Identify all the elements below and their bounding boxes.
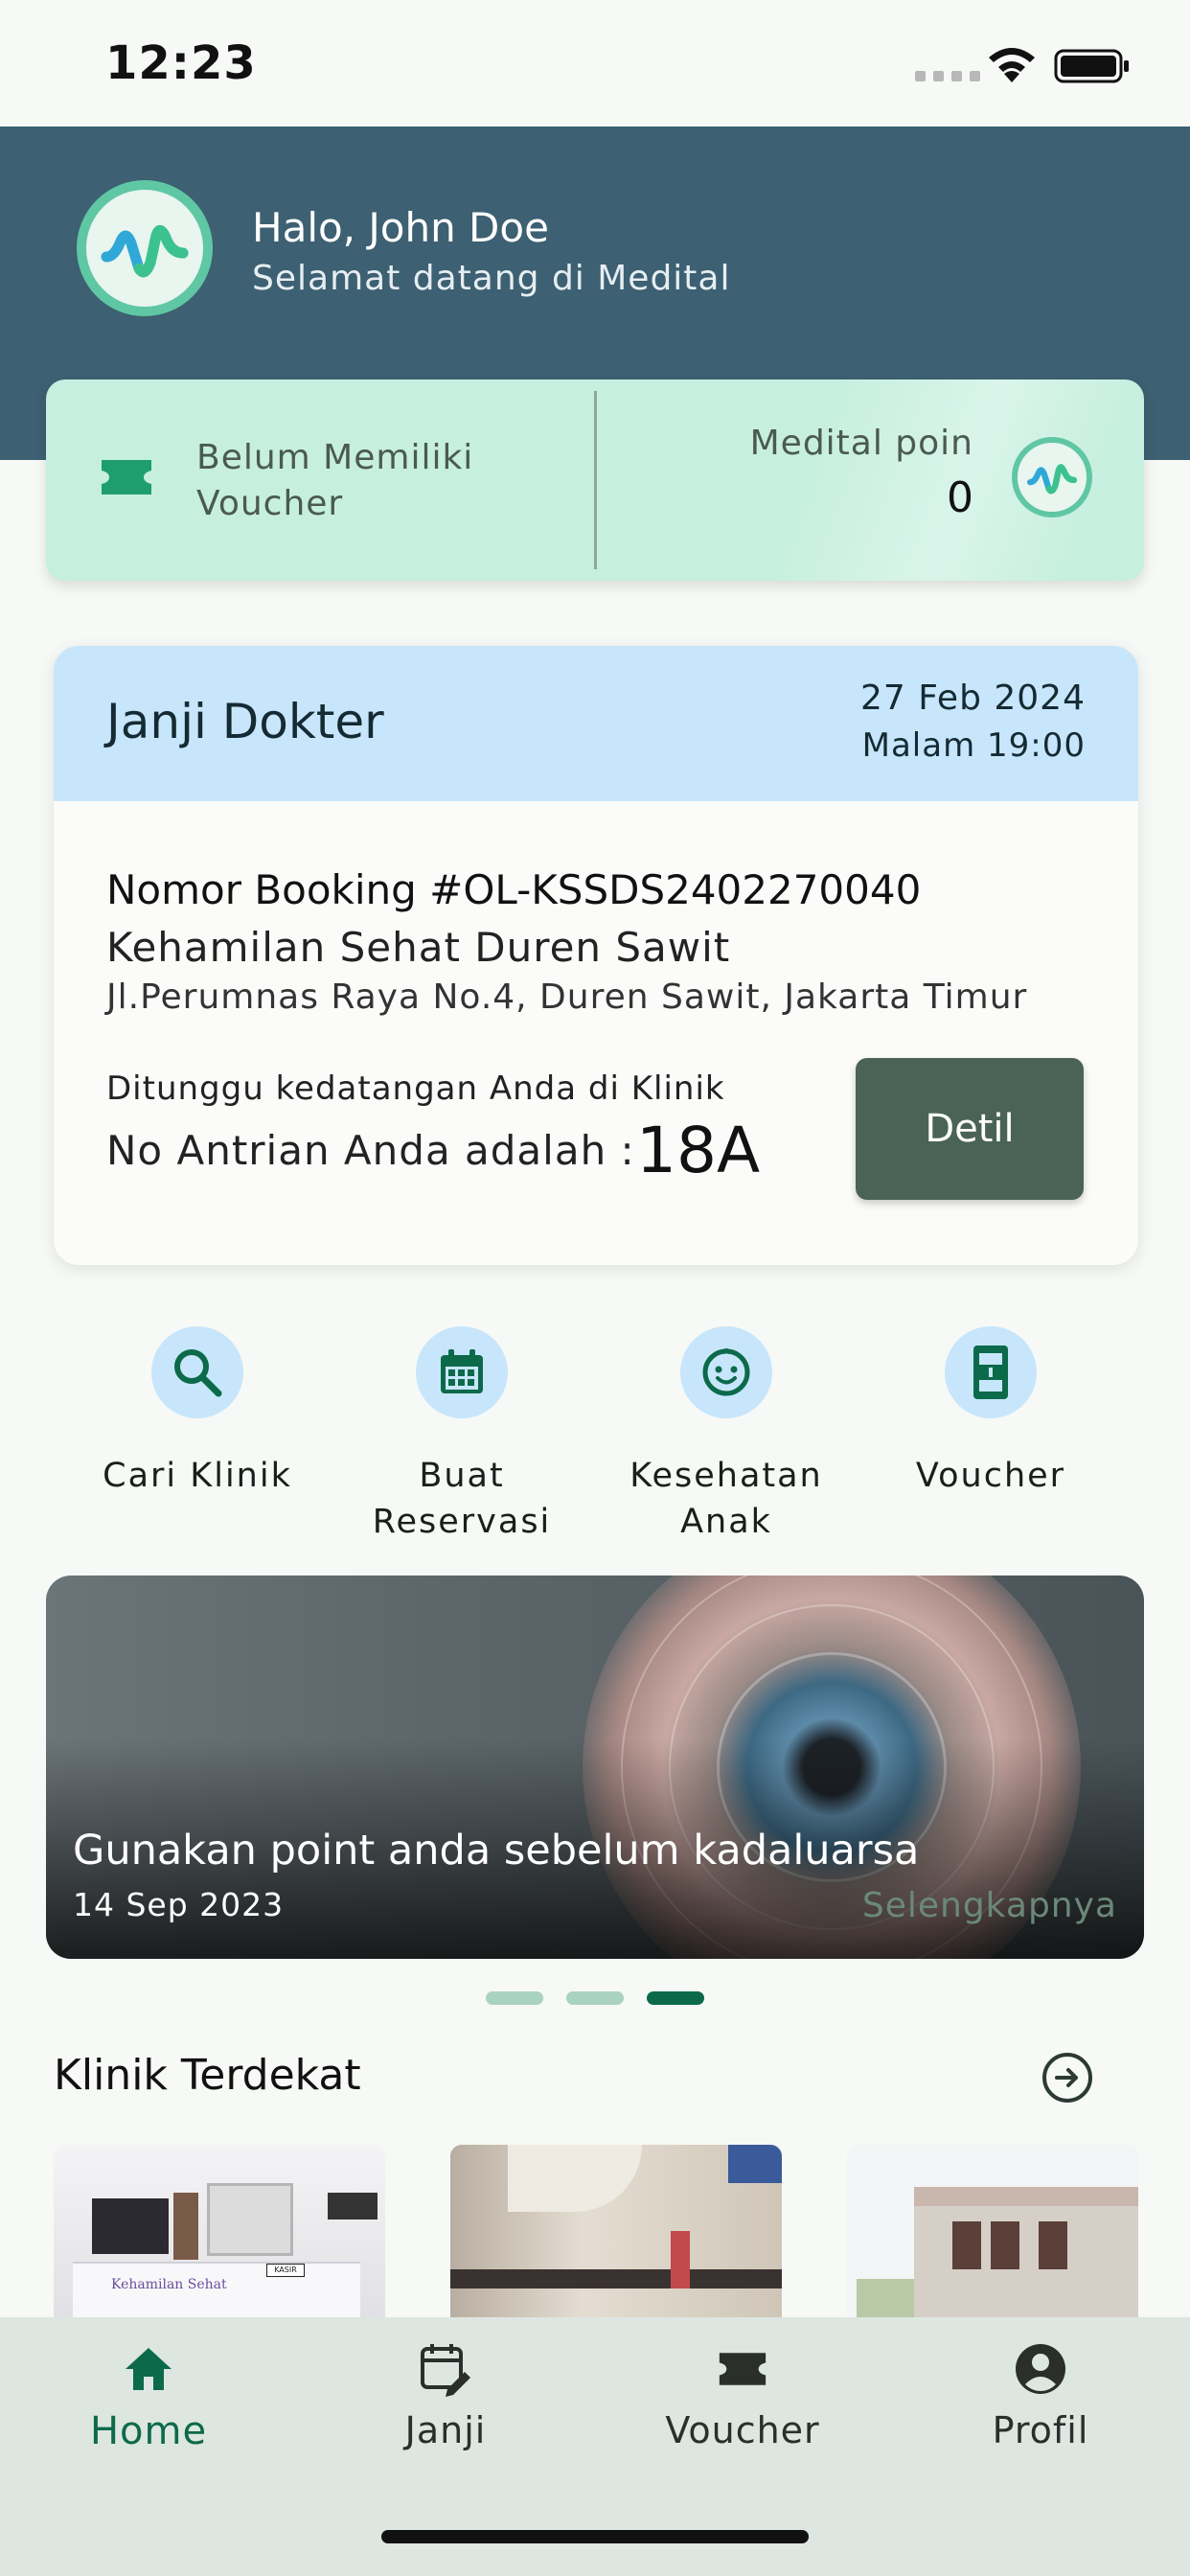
nav-profile-label: Profil bbox=[992, 2409, 1089, 2451]
nav-appointments[interactable]: Janji bbox=[331, 2338, 561, 2451]
quick-menu-label: Kesehatan Anak bbox=[629, 1457, 823, 1541]
cellular-signal-icon bbox=[915, 71, 980, 81]
nav-home-label: Home bbox=[89, 2409, 208, 2453]
points-value: 0 bbox=[947, 473, 973, 522]
appointment-date: 27 Feb 2024 bbox=[859, 678, 1086, 718]
arrow-right-icon bbox=[1055, 2068, 1078, 2087]
nav-voucher[interactable]: Voucher bbox=[628, 2338, 858, 2451]
booking-number: Nomor Booking #OL-KSSDS2402270040 bbox=[106, 866, 922, 913]
pager-dot[interactable] bbox=[566, 1991, 624, 2005]
nav-profile[interactable]: Profil bbox=[926, 2338, 1156, 2451]
clinic-card-photo[interactable]: Kehamilan Sehat KASIR bbox=[54, 2145, 385, 2317]
queue-label: No Antrian Anda adalah : bbox=[106, 1127, 635, 1174]
pager-dot-active[interactable] bbox=[647, 1991, 704, 2005]
clinic-address: Jl.Perumnas Raya No.4, Duren Sawit, Jaka… bbox=[106, 978, 1028, 1017]
voucher-points-card[interactable]: Belum Memiliki Voucher Medital poin 0 bbox=[46, 380, 1144, 581]
clinic-name: Kehamilan Sehat Duren Sawit bbox=[106, 924, 731, 971]
greeting-title: Halo, John Doe bbox=[252, 204, 549, 251]
clinic-card-photo[interactable] bbox=[450, 2145, 782, 2317]
quick-menu-child-health[interactable]: Kesehatan Anak bbox=[594, 1326, 858, 1545]
pulse-logo-icon bbox=[101, 225, 189, 278]
battery-icon bbox=[1054, 49, 1129, 83]
await-message: Ditunggu kedatangan Anda di Klinik bbox=[106, 1070, 725, 1108]
points-logo-icon bbox=[1012, 437, 1092, 518]
pager-dot[interactable] bbox=[486, 1991, 543, 2005]
appointment-card: Janji Dokter 27 Feb 2024 Malam 19:00 Nom… bbox=[54, 646, 1138, 1265]
nav-home[interactable]: Home bbox=[34, 2338, 263, 2453]
nav-voucher-label: Voucher bbox=[665, 2409, 820, 2451]
quick-menu-voucher[interactable]: Voucher bbox=[858, 1326, 1123, 1499]
clinic-card-photo[interactable] bbox=[847, 2145, 1138, 2317]
greeting-subtitle: Selamat datang di Medital bbox=[252, 259, 731, 298]
calendar-edit-icon bbox=[421, 2344, 470, 2397]
promo-banner[interactable]: Gunakan point anda sebelum kadaluarsa 14… bbox=[46, 1576, 1144, 1959]
app-logo bbox=[77, 180, 213, 316]
banner-title: Gunakan point anda sebelum kadaluarsa bbox=[73, 1827, 920, 1874]
quick-menu-create-reservation[interactable]: Buat Reservasi bbox=[330, 1326, 594, 1545]
appointment-title: Janji Dokter bbox=[106, 694, 384, 749]
banner-date: 14 Sep 2023 bbox=[73, 1886, 285, 1923]
voucher-status: Belum Memiliki Voucher bbox=[196, 438, 474, 523]
ticket-icon bbox=[719, 2353, 767, 2385]
home-icon bbox=[126, 2348, 172, 2390]
clinic-thumb-caption: Kehamilan Sehat bbox=[111, 2277, 227, 2292]
profile-icon bbox=[1016, 2344, 1065, 2394]
search-icon bbox=[174, 1349, 222, 1397]
home-indicator bbox=[381, 2530, 809, 2543]
voucher-ticket-icon bbox=[102, 460, 151, 494]
wifi-icon bbox=[989, 48, 1035, 82]
appointment-time: Malam 19:00 bbox=[861, 726, 1086, 765]
quick-menu-label: Cari Klinik bbox=[103, 1457, 292, 1495]
detail-button[interactable]: Detil bbox=[856, 1058, 1084, 1200]
clinic-thumb-sign: KASIR bbox=[266, 2264, 305, 2277]
nearby-clinic-title: Klinik Terdekat bbox=[54, 2051, 361, 2100]
points-label: Medital poin bbox=[749, 424, 973, 463]
card-divider bbox=[594, 391, 597, 569]
voucher-icon bbox=[973, 1346, 1008, 1399]
baby-face-icon bbox=[702, 1348, 750, 1396]
queue-number: 18A bbox=[636, 1114, 761, 1187]
quick-menu-label: Voucher bbox=[915, 1457, 1066, 1495]
quick-menu-label: Buat Reservasi bbox=[372, 1457, 552, 1541]
nav-appointments-label: Janji bbox=[404, 2409, 487, 2451]
status-time: 12:23 bbox=[105, 36, 257, 90]
quick-menu-find-clinic[interactable]: Cari Klinik bbox=[65, 1326, 330, 1499]
calendar-icon bbox=[441, 1349, 483, 1393]
banner-more-link[interactable]: Selengkapnya bbox=[862, 1886, 1117, 1925]
nearby-more-button[interactable] bbox=[1042, 2053, 1092, 2103]
